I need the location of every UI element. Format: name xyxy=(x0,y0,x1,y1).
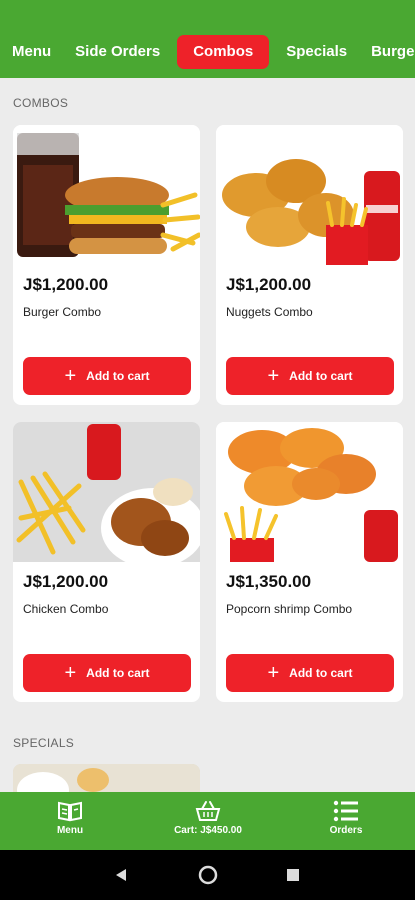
tab-menu[interactable]: Menu xyxy=(0,35,63,69)
product-price: J$1,350.00 xyxy=(226,572,312,591)
add-to-cart-label: Add to cart xyxy=(86,666,150,680)
add-to-cart-button[interactable]: + Add to cart xyxy=(23,654,191,692)
plus-icon: + xyxy=(64,662,77,684)
add-to-cart-label: Add to cart xyxy=(289,666,353,680)
home-icon[interactable] xyxy=(198,865,218,885)
list-icon xyxy=(333,800,358,822)
product-name: Nuggets Combo xyxy=(226,305,313,319)
tab-combos[interactable]: Combos xyxy=(177,35,270,69)
nav-cart[interactable]: Cart: J$450.00 xyxy=(158,800,258,844)
product-card[interactable]: J$1,200.00 Chicken Combo + Add to cart xyxy=(13,422,200,702)
shrimp-combo-image xyxy=(216,422,403,562)
product-card[interactable]: J$1,200.00 Nuggets Combo + Add to cart xyxy=(216,125,403,405)
nav-orders-label: Orders xyxy=(329,825,363,836)
plus-icon: + xyxy=(64,365,77,387)
plus-icon: + xyxy=(267,662,280,684)
product-price: J$1,200.00 xyxy=(226,275,312,294)
nav-orders[interactable]: Orders xyxy=(320,800,372,844)
add-to-cart-button[interactable]: + Add to cart xyxy=(226,654,394,692)
section-title-combos: COMBOS xyxy=(13,96,69,110)
product-list[interactable]: COMBOS J$1,200.00 Burger Combo + Add to … xyxy=(0,78,415,792)
tab-side-orders[interactable]: Side Orders xyxy=(63,35,172,69)
nav-menu[interactable]: Menu xyxy=(44,800,96,844)
chicken-combo-image xyxy=(13,422,200,562)
add-to-cart-button[interactable]: + Add to cart xyxy=(23,357,191,395)
tab-burgers[interactable]: Burge xyxy=(359,35,415,69)
add-to-cart-button[interactable]: + Add to cart xyxy=(226,357,394,395)
product-name: Popcorn shrimp Combo xyxy=(226,602,353,616)
specials-card-peek[interactable] xyxy=(13,764,200,792)
product-card[interactable]: J$1,350.00 Popcorn shrimp Combo + Add to… xyxy=(216,422,403,702)
add-to-cart-label: Add to cart xyxy=(289,369,353,383)
recents-icon[interactable] xyxy=(287,869,299,881)
system-navigation-bar xyxy=(0,850,415,900)
product-price: J$1,200.00 xyxy=(23,572,109,591)
nav-cart-label: Cart: J$450.00 xyxy=(174,825,242,836)
product-name: Chicken Combo xyxy=(23,602,109,616)
basket-icon xyxy=(195,801,221,821)
product-card[interactable]: J$1,200.00 Burger Combo + Add to cart xyxy=(13,125,200,405)
product-price: J$1,200.00 xyxy=(23,275,109,294)
product-name: Burger Combo xyxy=(23,305,102,319)
tab-specials[interactable]: Specials xyxy=(274,35,359,69)
bottom-navigation: Menu Cart: J$450.00 Orders xyxy=(0,792,415,850)
specials-image xyxy=(13,764,200,792)
add-to-cart-label: Add to cart xyxy=(86,369,150,383)
burger-combo-image xyxy=(13,125,200,265)
section-title-specials: SPECIALS xyxy=(13,736,75,750)
category-tabs: Menu Side Orders Combos Specials Burge xyxy=(0,35,415,69)
nuggets-combo-image xyxy=(216,125,403,265)
book-icon xyxy=(58,801,82,822)
category-bar: Menu Side Orders Combos Specials Burge xyxy=(0,0,415,78)
plus-icon: + xyxy=(267,365,280,387)
back-icon[interactable] xyxy=(116,869,126,881)
nav-menu-label: Menu xyxy=(56,825,84,836)
